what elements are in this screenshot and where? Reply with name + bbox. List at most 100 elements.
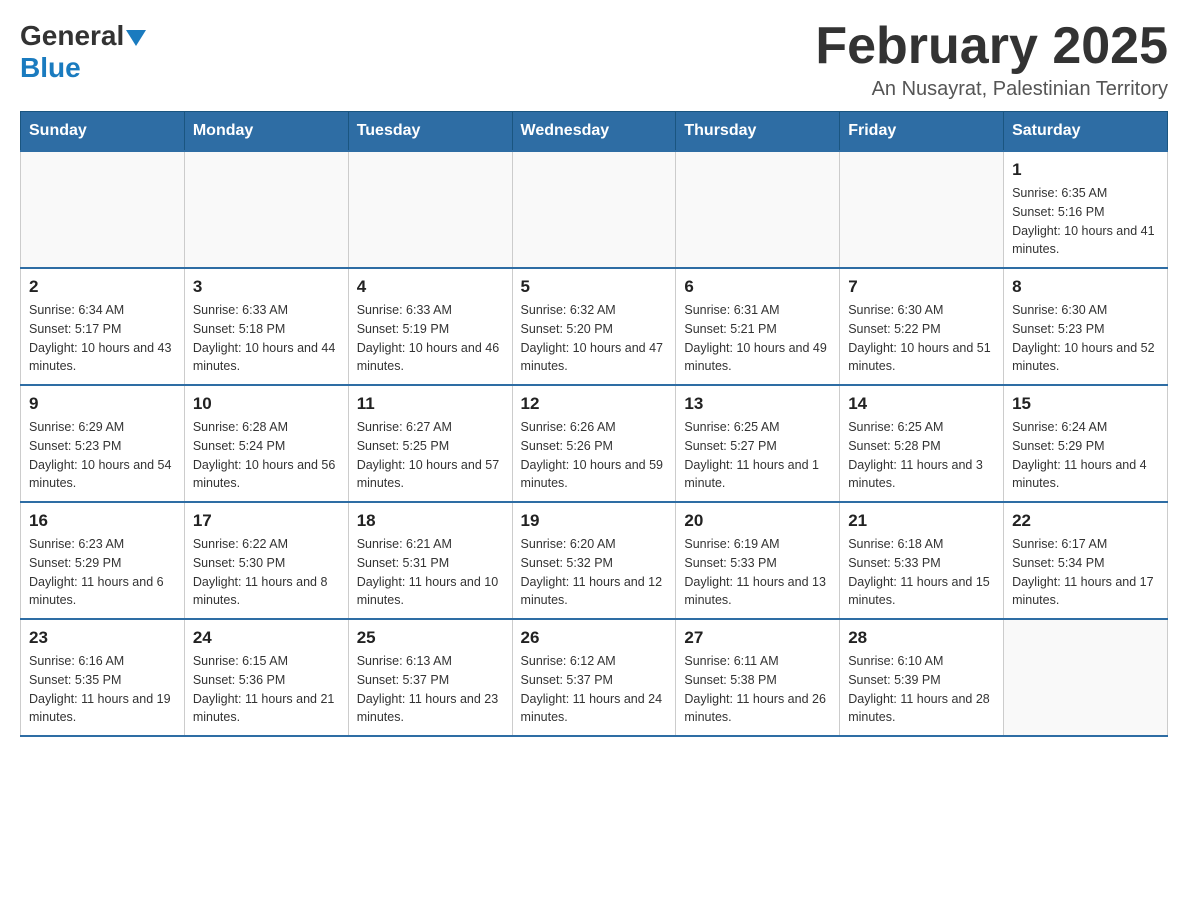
calendar-cell (840, 151, 1004, 268)
calendar-cell: 24 Sunrise: 6:15 AMSunset: 5:36 PMDayligh… (184, 619, 348, 736)
day-number: 10 (193, 394, 340, 414)
calendar-cell: 19 Sunrise: 6:20 AMSunset: 5:32 PMDayligh… (512, 502, 676, 619)
day-info: Sunrise: 6:33 AMSunset: 5:18 PMDaylight:… (193, 301, 340, 376)
calendar-cell: 20 Sunrise: 6:19 AMSunset: 5:33 PMDayligh… (676, 502, 840, 619)
day-info: Sunrise: 6:12 AMSunset: 5:37 PMDaylight:… (521, 652, 668, 727)
day-number: 8 (1012, 277, 1159, 297)
calendar-cell: 14 Sunrise: 6:25 AMSunset: 5:28 PMDayligh… (840, 385, 1004, 502)
day-info: Sunrise: 6:32 AMSunset: 5:20 PMDaylight:… (521, 301, 668, 376)
calendar-cell: 9 Sunrise: 6:29 AMSunset: 5:23 PMDaylight… (21, 385, 185, 502)
day-number: 5 (521, 277, 668, 297)
day-number: 7 (848, 277, 995, 297)
day-info: Sunrise: 6:26 AMSunset: 5:26 PMDaylight:… (521, 418, 668, 493)
day-number: 12 (521, 394, 668, 414)
day-info: Sunrise: 6:35 AMSunset: 5:16 PMDaylight:… (1012, 184, 1159, 259)
calendar-cell: 12 Sunrise: 6:26 AMSunset: 5:26 PMDayligh… (512, 385, 676, 502)
day-info: Sunrise: 6:20 AMSunset: 5:32 PMDaylight:… (521, 535, 668, 610)
day-number: 14 (848, 394, 995, 414)
calendar-cell: 25 Sunrise: 6:13 AMSunset: 5:37 PMDayligh… (348, 619, 512, 736)
day-number: 28 (848, 628, 995, 648)
day-number: 4 (357, 277, 504, 297)
day-number: 19 (521, 511, 668, 531)
title-section: February 2025 An Nusayrat, Palestinian T… (815, 20, 1168, 101)
calendar-cell (21, 151, 185, 268)
calendar-week-2: 2 Sunrise: 6:34 AMSunset: 5:17 PMDaylight… (21, 268, 1168, 385)
day-info: Sunrise: 6:21 AMSunset: 5:31 PMDaylight:… (357, 535, 504, 610)
calendar-cell: 16 Sunrise: 6:23 AMSunset: 5:29 PMDayligh… (21, 502, 185, 619)
calendar-header-row: SundayMondayTuesdayWednesdayThursdayFrid… (21, 112, 1168, 152)
weekday-header-wednesday: Wednesday (512, 112, 676, 152)
day-info: Sunrise: 6:25 AMSunset: 5:28 PMDaylight:… (848, 418, 995, 493)
day-info: Sunrise: 6:24 AMSunset: 5:29 PMDaylight:… (1012, 418, 1159, 493)
day-number: 25 (357, 628, 504, 648)
weekday-header-friday: Friday (840, 112, 1004, 152)
calendar-week-5: 23 Sunrise: 6:16 AMSunset: 5:35 PMDayligh… (21, 619, 1168, 736)
day-info: Sunrise: 6:30 AMSunset: 5:22 PMDaylight:… (848, 301, 995, 376)
calendar-cell (512, 151, 676, 268)
location-subtitle: An Nusayrat, Palestinian Territory (815, 78, 1168, 101)
day-info: Sunrise: 6:22 AMSunset: 5:30 PMDaylight:… (193, 535, 340, 610)
day-number: 23 (29, 628, 176, 648)
calendar-cell: 4 Sunrise: 6:33 AMSunset: 5:19 PMDaylight… (348, 268, 512, 385)
day-info: Sunrise: 6:10 AMSunset: 5:39 PMDaylight:… (848, 652, 995, 727)
day-info: Sunrise: 6:13 AMSunset: 5:37 PMDaylight:… (357, 652, 504, 727)
day-number: 26 (521, 628, 668, 648)
calendar-cell: 6 Sunrise: 6:31 AMSunset: 5:21 PMDaylight… (676, 268, 840, 385)
weekday-header-tuesday: Tuesday (348, 112, 512, 152)
day-info: Sunrise: 6:30 AMSunset: 5:23 PMDaylight:… (1012, 301, 1159, 376)
weekday-header-saturday: Saturday (1004, 112, 1168, 152)
calendar-cell: 11 Sunrise: 6:27 AMSunset: 5:25 PMDayligh… (348, 385, 512, 502)
day-number: 1 (1012, 160, 1159, 180)
logo-blue-text: Blue (20, 52, 81, 83)
calendar-cell: 2 Sunrise: 6:34 AMSunset: 5:17 PMDaylight… (21, 268, 185, 385)
calendar-cell: 5 Sunrise: 6:32 AMSunset: 5:20 PMDaylight… (512, 268, 676, 385)
calendar-cell: 10 Sunrise: 6:28 AMSunset: 5:24 PMDayligh… (184, 385, 348, 502)
day-info: Sunrise: 6:34 AMSunset: 5:17 PMDaylight:… (29, 301, 176, 376)
day-info: Sunrise: 6:33 AMSunset: 5:19 PMDaylight:… (357, 301, 504, 376)
weekday-header-monday: Monday (184, 112, 348, 152)
day-info: Sunrise: 6:16 AMSunset: 5:35 PMDaylight:… (29, 652, 176, 727)
day-info: Sunrise: 6:11 AMSunset: 5:38 PMDaylight:… (684, 652, 831, 727)
calendar-cell (1004, 619, 1168, 736)
day-info: Sunrise: 6:19 AMSunset: 5:33 PMDaylight:… (684, 535, 831, 610)
calendar-cell (348, 151, 512, 268)
logo-arrow-icon (126, 30, 146, 46)
day-info: Sunrise: 6:31 AMSunset: 5:21 PMDaylight:… (684, 301, 831, 376)
logo-general-text: General (20, 20, 124, 52)
day-number: 6 (684, 277, 831, 297)
calendar-cell: 15 Sunrise: 6:24 AMSunset: 5:29 PMDayligh… (1004, 385, 1168, 502)
calendar-cell (184, 151, 348, 268)
calendar-cell: 1 Sunrise: 6:35 AMSunset: 5:16 PMDaylight… (1004, 151, 1168, 268)
calendar-cell: 28 Sunrise: 6:10 AMSunset: 5:39 PMDayligh… (840, 619, 1004, 736)
day-info: Sunrise: 6:28 AMSunset: 5:24 PMDaylight:… (193, 418, 340, 493)
day-number: 2 (29, 277, 176, 297)
calendar-cell: 22Sunrise: 6:17 AMSunset: 5:34 PMDayligh… (1004, 502, 1168, 619)
day-number: 20 (684, 511, 831, 531)
calendar-week-4: 16 Sunrise: 6:23 AMSunset: 5:29 PMDayligh… (21, 502, 1168, 619)
day-info: Sunrise: 6:17 AMSunset: 5:34 PMDaylight:… (1012, 535, 1159, 610)
calendar-cell: 18Sunrise: 6:21 AMSunset: 5:31 PMDayligh… (348, 502, 512, 619)
calendar-cell: 26 Sunrise: 6:12 AMSunset: 5:37 PMDayligh… (512, 619, 676, 736)
day-number: 27 (684, 628, 831, 648)
day-info: Sunrise: 6:15 AMSunset: 5:36 PMDaylight:… (193, 652, 340, 727)
day-number: 15 (1012, 394, 1159, 414)
calendar-cell: 23 Sunrise: 6:16 AMSunset: 5:35 PMDayligh… (21, 619, 185, 736)
calendar-cell: 8 Sunrise: 6:30 AMSunset: 5:23 PMDaylight… (1004, 268, 1168, 385)
day-number: 13 (684, 394, 831, 414)
calendar-table: SundayMondayTuesdayWednesdayThursdayFrid… (20, 111, 1168, 737)
day-info: Sunrise: 6:29 AMSunset: 5:23 PMDaylight:… (29, 418, 176, 493)
calendar-cell: 3Sunrise: 6:33 AMSunset: 5:18 PMDaylight… (184, 268, 348, 385)
page-header: General Blue February 2025 An Nusayrat, … (20, 20, 1168, 101)
day-info: Sunrise: 6:18 AMSunset: 5:33 PMDaylight:… (848, 535, 995, 610)
day-number: 9 (29, 394, 176, 414)
day-number: 11 (357, 394, 504, 414)
weekday-header-sunday: Sunday (21, 112, 185, 152)
day-number: 16 (29, 511, 176, 531)
logo: General Blue (20, 20, 148, 84)
day-info: Sunrise: 6:25 AMSunset: 5:27 PMDaylight:… (684, 418, 831, 493)
day-info: Sunrise: 6:27 AMSunset: 5:25 PMDaylight:… (357, 418, 504, 493)
day-info: Sunrise: 6:23 AMSunset: 5:29 PMDaylight:… (29, 535, 176, 610)
calendar-cell: 17Sunrise: 6:22 AMSunset: 5:30 PMDayligh… (184, 502, 348, 619)
day-number: 24 (193, 628, 340, 648)
weekday-header-thursday: Thursday (676, 112, 840, 152)
